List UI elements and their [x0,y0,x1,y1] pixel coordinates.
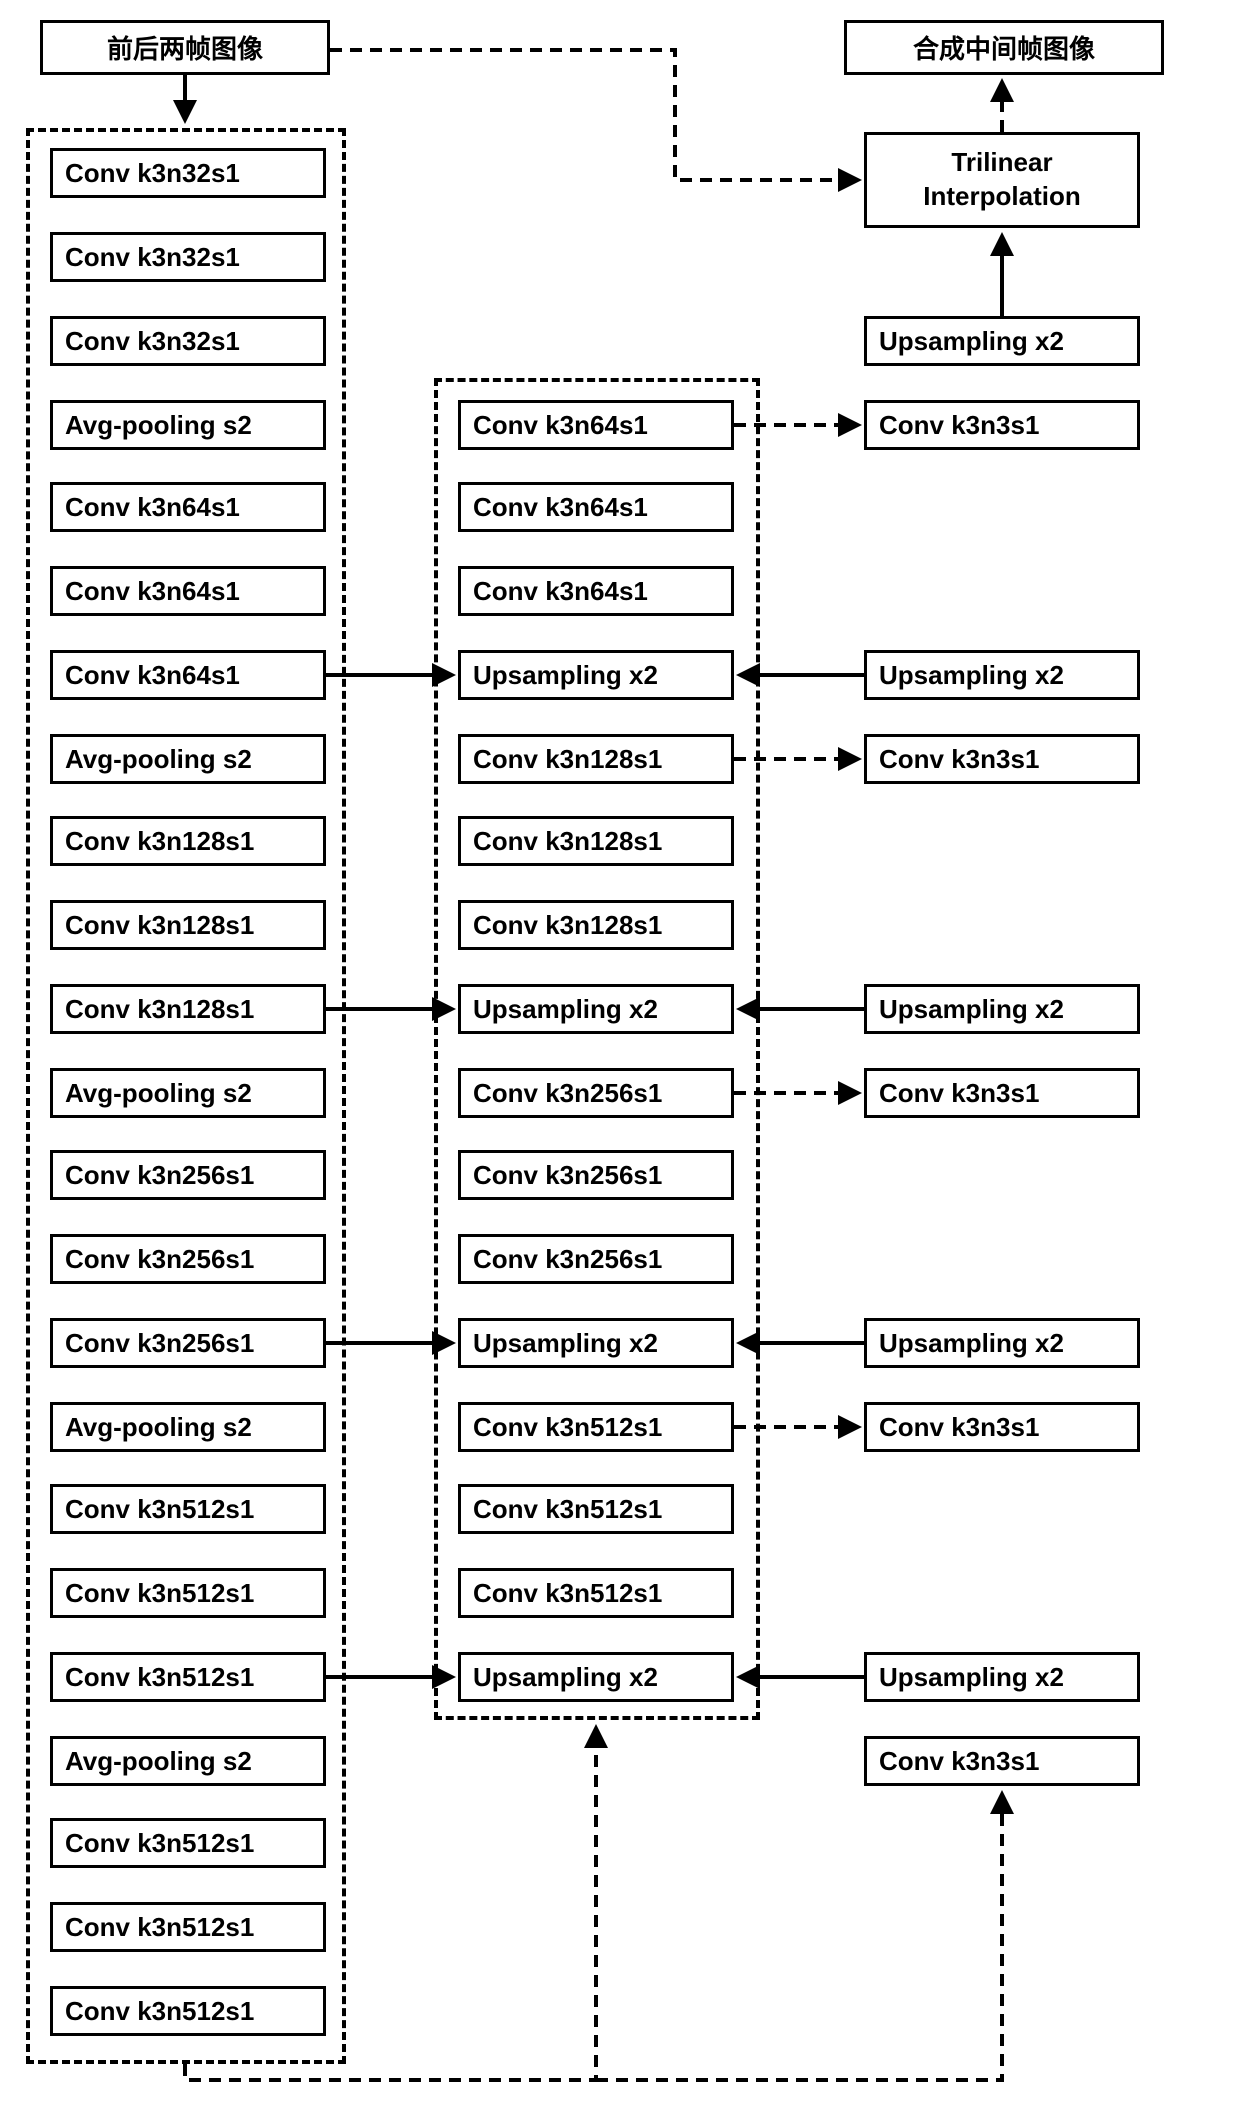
right-upsampling-3: Upsampling x2 [864,984,1140,1034]
enc-avgpool-3: Avg-pooling s2 [50,1068,326,1118]
right-upsampling-5: Upsampling x2 [864,1652,1140,1702]
dec-conv-k3n512s1-1: Conv k3n512s1 [458,1402,734,1452]
dec-conv-k3n256s1-2: Conv k3n256s1 [458,1150,734,1200]
enc-conv-k3n128s1-1: Conv k3n128s1 [50,816,326,866]
dec-upsampling-4: Upsampling x2 [458,1652,734,1702]
dec-conv-k3n64s1-2: Conv k3n64s1 [458,482,734,532]
output-frame-block: 合成中间帧图像 [844,20,1164,75]
enc-conv-k3n512s1-1: Conv k3n512s1 [50,1484,326,1534]
dec-conv-k3n256s1-3: Conv k3n256s1 [458,1234,734,1284]
enc-conv-k3n512s1-4: Conv k3n512s1 [50,1818,326,1868]
right-upsampling-4: Upsampling x2 [864,1318,1140,1368]
trilinear-label-line1: Trilinear [951,146,1052,180]
right-conv-k3n3s1-1: Conv k3n3s1 [864,400,1140,450]
enc-conv-k3n512s1-2: Conv k3n512s1 [50,1568,326,1618]
enc-conv-k3n32s1-2: Conv k3n32s1 [50,232,326,282]
dec-conv-k3n128s1-3: Conv k3n128s1 [458,900,734,950]
trilinear-label-line2: Interpolation [923,180,1080,214]
right-conv-k3n3s1-4: Conv k3n3s1 [864,1402,1140,1452]
enc-avgpool-5: Avg-pooling s2 [50,1736,326,1786]
dec-upsampling-2: Upsampling x2 [458,984,734,1034]
right-conv-k3n3s1-2: Conv k3n3s1 [864,734,1140,784]
enc-conv-k3n512s1-3: Conv k3n512s1 [50,1652,326,1702]
enc-conv-k3n256s1-2: Conv k3n256s1 [50,1234,326,1284]
dec-conv-k3n128s1-1: Conv k3n128s1 [458,734,734,784]
dec-conv-k3n512s1-3: Conv k3n512s1 [458,1568,734,1618]
enc-conv-k3n128s1-3: Conv k3n128s1 [50,984,326,1034]
enc-conv-k3n512s1-6: Conv k3n512s1 [50,1986,326,2036]
right-upsampling-2: Upsampling x2 [864,650,1140,700]
enc-conv-k3n256s1-3: Conv k3n256s1 [50,1318,326,1368]
enc-avgpool-2: Avg-pooling s2 [50,734,326,784]
dec-upsampling-3: Upsampling x2 [458,1318,734,1368]
right-conv-k3n3s1-5: Conv k3n3s1 [864,1736,1140,1786]
enc-conv-k3n64s1-2: Conv k3n64s1 [50,566,326,616]
enc-avgpool-4: Avg-pooling s2 [50,1402,326,1452]
right-upsampling-1: Upsampling x2 [864,316,1140,366]
neural-network-diagram: 前后两帧图像 合成中间帧图像 Conv k3n32s1 Conv k3n32s1… [20,20,1220,2102]
enc-conv-k3n64s1-3: Conv k3n64s1 [50,650,326,700]
enc-conv-k3n64s1-1: Conv k3n64s1 [50,482,326,532]
dec-conv-k3n256s1-1: Conv k3n256s1 [458,1068,734,1118]
trilinear-interpolation-block: Trilinear Interpolation [864,132,1140,228]
dec-conv-k3n64s1-1: Conv k3n64s1 [458,400,734,450]
dec-conv-k3n512s1-2: Conv k3n512s1 [458,1484,734,1534]
input-frames-block: 前后两帧图像 [40,20,330,75]
enc-conv-k3n128s1-2: Conv k3n128s1 [50,900,326,950]
enc-conv-k3n512s1-5: Conv k3n512s1 [50,1902,326,1952]
right-conv-k3n3s1-3: Conv k3n3s1 [864,1068,1140,1118]
enc-conv-k3n256s1-1: Conv k3n256s1 [50,1150,326,1200]
dec-conv-k3n64s1-3: Conv k3n64s1 [458,566,734,616]
enc-avgpool-1: Avg-pooling s2 [50,400,326,450]
dec-conv-k3n128s1-2: Conv k3n128s1 [458,816,734,866]
dec-upsampling-1: Upsampling x2 [458,650,734,700]
enc-conv-k3n32s1-1: Conv k3n32s1 [50,148,326,198]
enc-conv-k3n32s1-3: Conv k3n32s1 [50,316,326,366]
